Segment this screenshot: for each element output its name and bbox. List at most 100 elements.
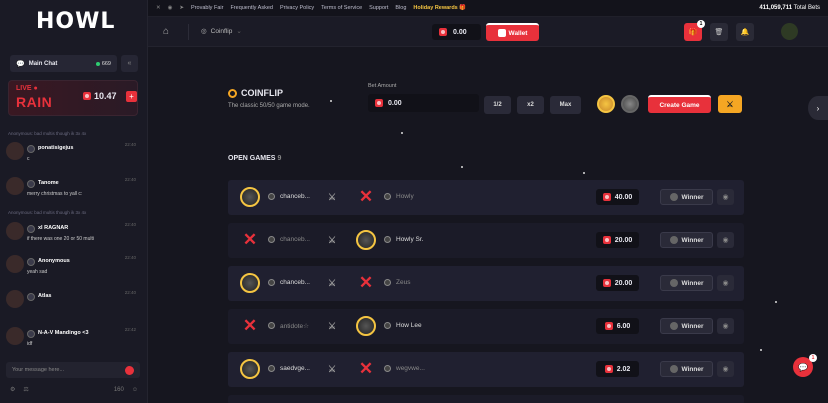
level-badge-icon	[268, 365, 275, 372]
eye-icon: ◉	[722, 237, 729, 244]
heads-side-button[interactable]	[597, 95, 615, 113]
notifications-button[interactable]: 🔔	[736, 23, 754, 41]
page-title: COINFLIP	[228, 88, 283, 98]
link-privacy[interactable]: Privacy Policy	[280, 5, 314, 11]
snowflake-decoration	[760, 349, 762, 351]
howl-logo[interactable]: HOWL	[36, 9, 115, 34]
chat-sidebar: HOWL 💬 Main Chat 669 « LIVE ● RAIN 10.47…	[0, 0, 148, 403]
user-avatar[interactable]	[6, 255, 24, 273]
winner-button[interactable]: Winner	[660, 275, 713, 291]
username[interactable]: Tanome	[38, 180, 59, 186]
view-game-button[interactable]: ◉	[717, 232, 734, 248]
view-game-button[interactable]: ◉	[717, 189, 734, 205]
chevron-right-icon: ›	[816, 103, 820, 113]
bet-amount-label: Bet Amount	[368, 83, 397, 89]
coin-icon	[375, 99, 383, 107]
live-dot-icon: ●	[33, 85, 38, 92]
max-bet-button[interactable]: Max	[550, 96, 581, 114]
link-faq[interactable]: Frequently Asked	[230, 5, 273, 11]
view-game-button[interactable]: ◉	[717, 361, 734, 377]
wallet-button[interactable]: Wallet	[486, 23, 539, 41]
username[interactable]: Atlas	[38, 293, 51, 299]
player1-name: chanceb...	[280, 236, 310, 243]
game-row[interactable]: chanceb... ⚔ ✕ Zeus 20.00 Winner ◉	[228, 266, 744, 301]
snowflake-decoration	[775, 301, 777, 303]
winner-button[interactable]: Winner	[660, 318, 713, 334]
chat-room-selector[interactable]: 💬 Main Chat 669	[10, 55, 117, 72]
add-rain-button[interactable]: +	[126, 91, 137, 102]
emoji-icon[interactable]: ☺	[132, 387, 138, 393]
collapse-sidebar-button[interactable]: «	[121, 55, 138, 72]
level-badge-icon	[384, 365, 391, 372]
twitter-icon[interactable]: ✕	[156, 5, 161, 11]
user-avatar[interactable]	[6, 290, 24, 308]
link-support[interactable]: Support	[369, 5, 388, 11]
level-badge-icon	[384, 322, 391, 329]
half-bet-button[interactable]: 1/2	[484, 96, 511, 114]
main-nav: ⌂ ◎ Coinflip ⌄ 0.00 Wallet 🎁 1 🗑 🔔	[148, 17, 828, 47]
home-icon[interactable]: ⌂	[163, 26, 169, 37]
snowflake-decoration	[330, 100, 332, 102]
timestamp: 22:42	[124, 327, 136, 332]
link-provably-fair[interactable]: Provably Fair	[191, 5, 223, 11]
chat-input-placeholder: Your message here...	[12, 367, 65, 373]
game-row[interactable]: ✕ chanceb... ⚔ Howly Sr. 20.00 Winner ◉	[228, 223, 744, 258]
versus-icon: ⚔	[726, 99, 734, 109]
game-selector[interactable]: ◎ Coinflip ⌄	[201, 27, 242, 36]
chat-footer: ⚙ ⚖ 160 ☺	[10, 386, 138, 394]
rain-title: RAIN	[16, 94, 53, 110]
winner-button[interactable]: Winner	[660, 232, 713, 248]
view-game-button[interactable]: ◉	[717, 275, 734, 291]
next-arrow-button[interactable]: ›	[808, 96, 828, 120]
wallet-icon	[497, 29, 506, 37]
level-badge-icon	[268, 193, 275, 200]
winner-button[interactable]: Winner	[660, 361, 713, 377]
winner-button[interactable]: Winner	[660, 189, 713, 205]
versus-icon: ⚔	[328, 192, 337, 202]
username[interactable]: ponatisigejus	[38, 145, 73, 151]
leaderboard-button[interactable]: 🗑	[710, 23, 728, 41]
username[interactable]: Anonymous	[38, 258, 70, 264]
coinflip-icon	[228, 88, 237, 98]
player2-name: Howly Sr.	[396, 236, 424, 243]
level-badge-icon	[27, 293, 35, 301]
bet-amount-input[interactable]: 0.00	[368, 94, 479, 112]
game-row[interactable]: ✕ antidote☆ ⚔ How Lee 6.00 Winner ◉	[228, 309, 744, 344]
rain-amount: 10.47	[83, 91, 117, 101]
username[interactable]: xl RAGNAR	[38, 225, 68, 231]
user-avatar[interactable]	[6, 327, 24, 345]
link-blog[interactable]: Blog	[395, 5, 406, 11]
game-row[interactable]: saedvge... ⚔ ✕ wegvwe... 2.02 Winner ◉	[228, 352, 744, 387]
chat-message-input[interactable]: Your message here...	[6, 362, 140, 378]
view-game-button[interactable]: ◉	[717, 318, 734, 334]
tails-side-button[interactable]	[621, 95, 639, 113]
chat-room-title: Main Chat	[28, 60, 58, 67]
winner-avatar-icon	[669, 236, 678, 244]
player1-name: saedvge...	[280, 365, 310, 372]
quick-join-button[interactable]: ⚔	[718, 95, 742, 113]
user-avatar[interactable]	[6, 142, 24, 160]
game-row[interactable]	[228, 395, 744, 403]
link-terms[interactable]: Terms of Service	[321, 5, 362, 11]
user-avatar[interactable]	[6, 222, 24, 240]
username[interactable]: N-A-V Mandingo <3	[38, 330, 89, 336]
game-row[interactable]: chanceb... ⚔ ✕ Howly 40.00 Winner ◉	[228, 180, 744, 215]
rules-icon[interactable]: ⚖	[23, 386, 28, 393]
coin-icon	[602, 279, 611, 287]
discord-icon[interactable]: ◉	[168, 5, 173, 11]
game-amount: 6.00	[596, 318, 639, 334]
link-holiday-rewards[interactable]: Holiday Rewards 🎁	[413, 5, 466, 11]
settings-icon[interactable]: ⚙	[10, 386, 15, 393]
send-icon[interactable]	[125, 365, 134, 375]
coin-icon	[604, 365, 613, 373]
double-bet-button[interactable]: x2	[517, 96, 544, 114]
support-chat-button[interactable]: 💬 1	[793, 354, 817, 377]
telegram-icon[interactable]: ➤	[179, 5, 184, 11]
timestamp: 22:40	[124, 290, 136, 295]
create-game-button[interactable]: Create Game	[648, 95, 711, 113]
system-message: Anonymous: bad multis though ik 3x 4x	[8, 210, 87, 215]
user-avatar[interactable]	[781, 23, 798, 40]
level-badge-icon	[384, 236, 391, 243]
user-avatar[interactable]	[6, 177, 24, 195]
player1-name: chanceb...	[280, 279, 310, 286]
